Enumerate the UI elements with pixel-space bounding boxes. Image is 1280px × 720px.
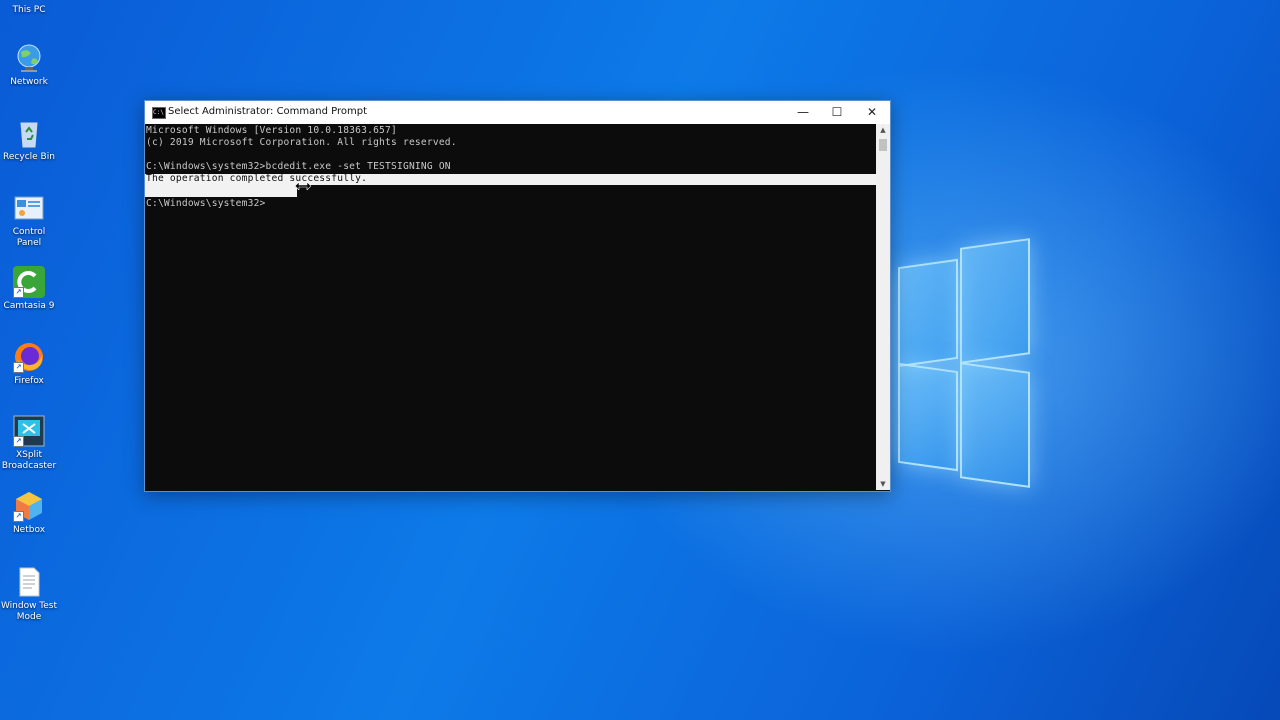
shortcut-arrow-icon: ↗	[13, 511, 24, 522]
resize-cursor-icon	[295, 182, 311, 190]
command-prompt-window[interactable]: C:\ Select Administrator: Command Prompt…	[144, 100, 891, 492]
console-line: The operation completed successfully.	[146, 173, 368, 184]
desktop-icon-camtasia[interactable]: ↗ Camtasia 9	[0, 266, 58, 312]
desktop-icon-label: Network	[10, 77, 48, 87]
camtasia-icon: ↗	[13, 266, 45, 298]
desktop-icon-control-panel[interactable]: Control Panel	[0, 192, 58, 249]
desktop-icon-recycle-bin[interactable]: Recycle Bin	[0, 117, 58, 163]
shortcut-arrow-icon: ↗	[13, 436, 24, 447]
cmd-app-icon[interactable]: C:\	[152, 107, 166, 119]
scrollbar-thumb[interactable]	[879, 139, 887, 151]
console-line: Microsoft Windows [Version 10.0.18363.65…	[146, 125, 397, 136]
console-prompt[interactable]: C:\Windows\system32>	[146, 198, 266, 210]
xsplit-icon: ↗	[13, 415, 45, 447]
desktop-icon-label: Netbox	[12, 525, 46, 535]
desktop-icon-label: Camtasia 9	[3, 301, 55, 311]
scroll-up-arrow-icon[interactable]: ▲	[876, 124, 890, 136]
desktop-icon-firefox[interactable]: ↗ Firefox	[0, 341, 58, 387]
console-output[interactable]: Microsoft Windows [Version 10.0.18363.65…	[145, 124, 876, 490]
control-panel-icon	[13, 192, 45, 224]
firefox-icon: ↗	[13, 341, 45, 373]
desktop-icon-label: XSplit Broadcaster	[1, 450, 57, 471]
scroll-down-arrow-icon[interactable]: ▼	[876, 478, 890, 490]
window-title: Select Administrator: Command Prompt	[168, 106, 368, 117]
maximize-button[interactable]: ☐	[820, 101, 854, 124]
desktop-icon-label: Window Test Mode	[0, 601, 58, 622]
console-line: C:\Windows\system32>bcdedit.exe -set TES…	[146, 161, 451, 172]
windows-logo	[898, 238, 1030, 488]
vertical-scrollbar[interactable]: ▲ ▼	[876, 124, 890, 490]
desktop-icon-label: This PC	[12, 5, 46, 15]
text-file-icon	[13, 566, 45, 598]
close-button[interactable]: ✕	[855, 101, 889, 124]
shortcut-arrow-icon: ↗	[13, 362, 24, 373]
globe-icon	[13, 42, 45, 74]
text-selection-highlight	[145, 185, 297, 197]
desktop-icon-network[interactable]: Network	[0, 42, 58, 88]
minimize-button[interactable]: —	[786, 101, 820, 124]
desktop-icon-netbox[interactable]: ↗ Netbox	[0, 490, 58, 536]
title-bar[interactable]: C:\ Select Administrator: Command Prompt…	[145, 101, 890, 124]
desktop-icon-window-test-mode[interactable]: Window Test Mode	[0, 566, 58, 623]
desktop-icon-this-pc[interactable]: This PC	[0, 0, 58, 16]
desktop-icon-label: Recycle Bin	[3, 152, 55, 162]
desktop-icon-label: Control Panel	[12, 227, 46, 248]
console-line: (c) 2019 Microsoft Corporation. All righ…	[146, 137, 457, 148]
netbox-icon: ↗	[13, 490, 45, 522]
desktop-icon-label: Firefox	[14, 376, 44, 386]
shortcut-arrow-icon: ↗	[13, 287, 24, 298]
recycle-bin-icon	[13, 117, 45, 149]
desktop-icon-xsplit[interactable]: ↗ XSplit Broadcaster	[0, 415, 58, 472]
